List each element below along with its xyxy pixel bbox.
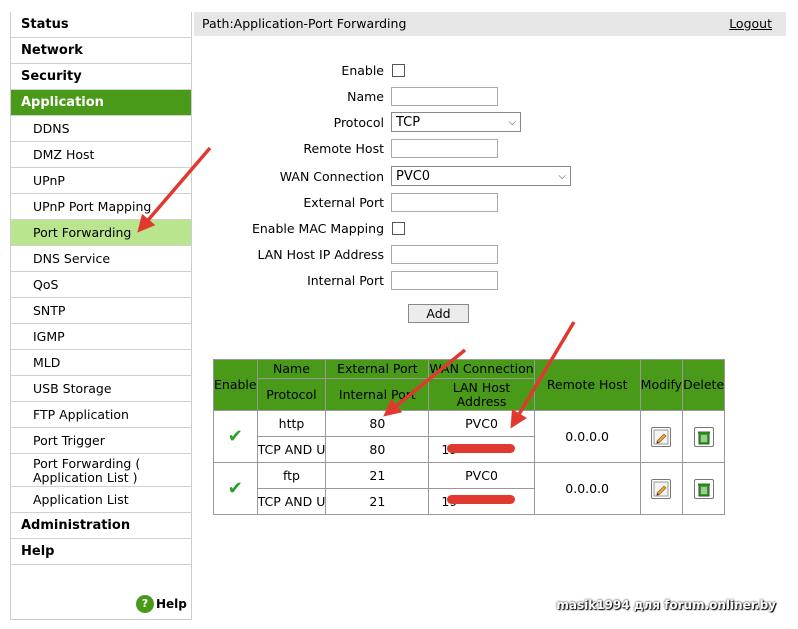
annotation-arrows: [137, 146, 576, 429]
arrow-to-port-80: [383, 348, 467, 417]
watermark: masik1994 для forum.onliner.by: [556, 598, 776, 612]
arrow-to-port-forwarding: [137, 146, 212, 233]
arrow-to-lan-host: [510, 321, 576, 429]
